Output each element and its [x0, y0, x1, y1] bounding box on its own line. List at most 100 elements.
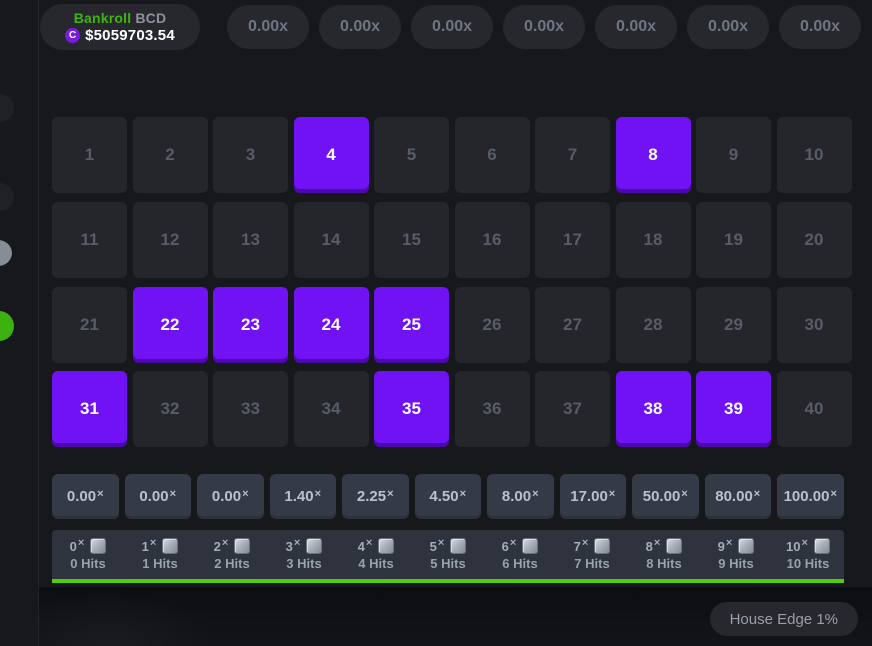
gem-icon [522, 538, 538, 554]
grid-tile-3[interactable]: 3 [213, 117, 288, 193]
times-symbol: × [654, 537, 660, 549]
hits-times-count: 10 [786, 539, 800, 554]
hits-times-count: 2 [214, 539, 221, 554]
bankroll-pill[interactable]: BankrollBCD C $5059703.54 [40, 4, 200, 50]
hits-cell-4: 4×4 Hits [340, 530, 412, 579]
grid-tile-20[interactable]: 20 [777, 202, 852, 278]
times-symbol: × [582, 537, 588, 549]
times-symbol: × [726, 537, 732, 549]
multiplier-value: 8.00 [502, 488, 531, 505]
grid-tile-14[interactable]: 14 [294, 202, 369, 278]
grid-tile-9[interactable]: 9 [696, 117, 771, 193]
grid-tile-13[interactable]: 13 [213, 202, 288, 278]
hits-multiplier-line: 0× [70, 538, 107, 554]
gem-icon [594, 538, 610, 554]
grid-tile-30[interactable]: 30 [777, 287, 852, 363]
grid-tile-23[interactable]: 23 [213, 287, 288, 363]
left-sidebar-edge [0, 0, 39, 646]
coin-icon: C [65, 28, 80, 43]
grid-tile-16[interactable]: 16 [455, 202, 530, 278]
grid-tile-25[interactable]: 25 [374, 287, 449, 363]
grid-tile-24[interactable]: 24 [294, 287, 369, 363]
grid-tile-15[interactable]: 15 [374, 202, 449, 278]
gem-icon [306, 538, 322, 554]
keno-game-screen: BankrollBCD C $5059703.54 0.00x0.00x0.00… [0, 0, 872, 646]
hits-cell-10: 10×10 Hits [772, 530, 844, 579]
multiplier-value: 0.00 [67, 488, 96, 505]
bankroll-amount-row: C $5059703.54 [65, 27, 175, 45]
multiplier-tile-4: 2.25× [342, 474, 409, 519]
multiplier-tile-2: 0.00× [197, 474, 264, 519]
grid-tile-38[interactable]: 38 [616, 371, 691, 447]
hits-times-count: 3 [286, 539, 293, 554]
grid-tile-21[interactable]: 21 [52, 287, 127, 363]
hits-times-count: 6 [502, 539, 509, 554]
bankroll-header: BankrollBCD [74, 10, 167, 27]
times-symbol: × [609, 488, 615, 500]
grid-tile-39[interactable]: 39 [696, 371, 771, 447]
grid-tile-31[interactable]: 31 [52, 371, 127, 447]
grid-tile-10[interactable]: 10 [777, 117, 852, 193]
grid-tile-19[interactable]: 19 [696, 202, 771, 278]
hits-multiplier-line: 5× [430, 538, 467, 554]
hits-multiplier-line: 8× [646, 538, 683, 554]
bankroll-amount: $5059703.54 [85, 27, 175, 45]
times-symbol: × [532, 488, 538, 500]
grid-tile-4[interactable]: 4 [294, 117, 369, 193]
bankroll-label: Bankroll [74, 10, 132, 26]
grid-tile-34[interactable]: 34 [294, 371, 369, 447]
grid-tile-35[interactable]: 35 [374, 371, 449, 447]
times-symbol: × [294, 537, 300, 549]
hits-times-count: 4 [358, 539, 365, 554]
result-pill-0: 0.00x [227, 5, 309, 49]
grid-tile-5[interactable]: 5 [374, 117, 449, 193]
result-pill-3: 0.00x [503, 5, 585, 49]
grid-tile-27[interactable]: 27 [535, 287, 610, 363]
grid-tile-37[interactable]: 37 [535, 371, 610, 447]
grid-tile-36[interactable]: 36 [455, 371, 530, 447]
times-symbol: × [78, 537, 84, 549]
gem-icon [666, 538, 682, 554]
grid-tile-11[interactable]: 11 [52, 202, 127, 278]
grid-tile-22[interactable]: 22 [133, 287, 208, 363]
hits-bar: 0×0 Hits1×1 Hits2×2 Hits3×3 Hits4×4 Hits… [52, 530, 844, 583]
grid-tile-1[interactable]: 1 [52, 117, 127, 193]
multiplier-tile-8: 50.00× [632, 474, 699, 519]
grid-tile-28[interactable]: 28 [616, 287, 691, 363]
hits-cell-2: 2×2 Hits [196, 530, 268, 579]
grid-tile-18[interactable]: 18 [616, 202, 691, 278]
grid-tile-6[interactable]: 6 [455, 117, 530, 193]
hits-times-count: 1 [142, 539, 149, 554]
multiplier-tile-6: 8.00× [487, 474, 554, 519]
grid-tile-17[interactable]: 17 [535, 202, 610, 278]
grid-tile-32[interactable]: 32 [133, 371, 208, 447]
hits-multiplier-line: 3× [286, 538, 323, 554]
hits-multiplier-line: 4× [358, 538, 395, 554]
multiplier-value: 0.00 [212, 488, 241, 505]
grid-tile-29[interactable]: 29 [696, 287, 771, 363]
hits-cell-3: 3×3 Hits [268, 530, 340, 579]
times-symbol: × [387, 488, 393, 500]
gem-icon [90, 538, 106, 554]
grid-tile-2[interactable]: 2 [133, 117, 208, 193]
hits-count-label: 10 Hits [787, 556, 830, 571]
gem-icon [450, 538, 466, 554]
grid-tile-26[interactable]: 26 [455, 287, 530, 363]
house-edge-badge[interactable]: House Edge 1% [710, 602, 858, 636]
grid-tile-33[interactable]: 33 [213, 371, 288, 447]
grid-tile-8[interactable]: 8 [616, 117, 691, 193]
grid-tile-7[interactable]: 7 [535, 117, 610, 193]
hits-times-count: 7 [574, 539, 581, 554]
hits-cell-7: 7×7 Hits [556, 530, 628, 579]
hits-cell-6: 6×6 Hits [484, 530, 556, 579]
multiplier-tile-5: 4.50× [415, 474, 482, 519]
times-symbol: × [830, 488, 836, 500]
hits-cell-9: 9×9 Hits [700, 530, 772, 579]
grid-tile-12[interactable]: 12 [133, 202, 208, 278]
grid-tile-40[interactable]: 40 [777, 371, 852, 447]
hits-count-label: 9 Hits [718, 556, 753, 571]
result-pill-1: 0.00x [319, 5, 401, 49]
hits-count-label: 1 Hits [142, 556, 177, 571]
hits-times-count: 8 [646, 539, 653, 554]
multiplier-row: 0.00×0.00×0.00×1.40×2.25×4.50×8.00×17.00… [52, 474, 844, 519]
